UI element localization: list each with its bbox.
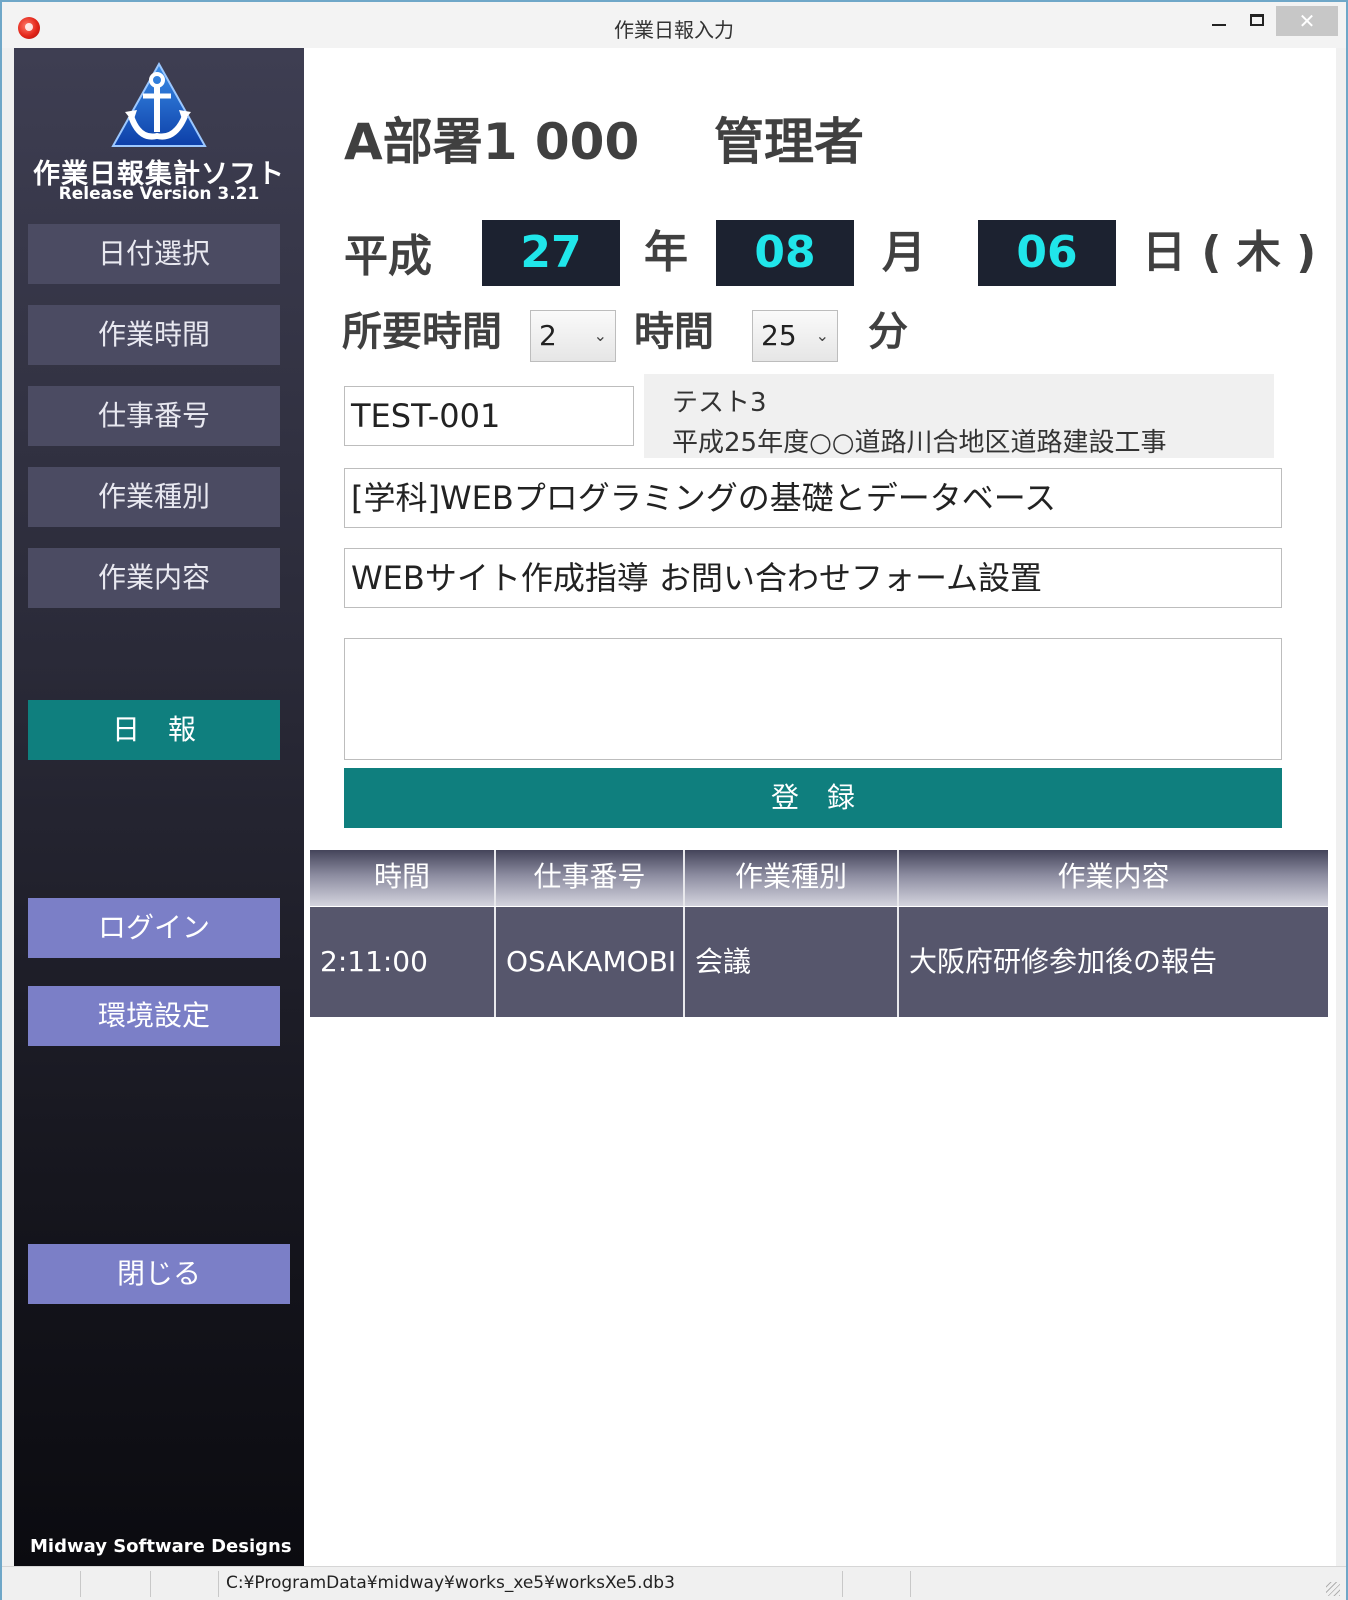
work-type-button[interactable]: 作業種別 <box>28 467 280 527</box>
register-button[interactable]: 登 録 <box>344 768 1282 828</box>
close-button[interactable]: 閉じる <box>28 1244 290 1304</box>
work-time-button[interactable]: 作業時間 <box>28 305 280 365</box>
minutes-select[interactable]: 25 ⌄ <box>752 310 838 362</box>
status-divider <box>80 1571 81 1597</box>
status-divider <box>910 1571 911 1597</box>
year-display[interactable]: 27 <box>482 220 620 286</box>
year-unit: 年 <box>644 227 688 278</box>
report-table: 時間 仕事番号 作業種別 作業内容 2:11:00 OSAKAMOBI 会議 大… <box>310 850 1328 1017</box>
column-header-work-content[interactable]: 作業内容 <box>899 850 1328 906</box>
hours-select[interactable]: 2 ⌄ <box>530 310 616 362</box>
status-divider <box>842 1571 843 1597</box>
minimize-button[interactable] <box>1202 6 1236 36</box>
cell-work-content: 大阪府研修参加後の報告 <box>909 945 1218 978</box>
main-panel: A部署1 000 管理者 平成 27 年 08 月 06 日 ( 木 ) 所要時… <box>304 48 1336 1566</box>
status-divider <box>218 1571 219 1597</box>
cell-time: 2:11:00 <box>310 907 496 1017</box>
cell-work-type: 会議 <box>685 907 899 1017</box>
sidebar: 作業日報集計ソフト Release Version 3.21 日付選択 作業時間… <box>14 48 304 1566</box>
department-label: A部署1 000 <box>344 113 640 171</box>
app-window: 作業日報入力 ✕ 作業日報集計ソフト Release Version 3.21 … <box>0 0 1348 1600</box>
month-unit: 月 <box>882 227 926 278</box>
anchor-logo-icon <box>111 61 207 147</box>
daily-report-button[interactable]: 日 報 <box>28 700 280 760</box>
table-row[interactable]: 2:11:00 OSAKAMOBI 会議 大阪府研修参加後の報告 <box>310 907 1328 1017</box>
work-content-button[interactable]: 作業内容 <box>28 548 280 608</box>
column-header-job-number[interactable]: 仕事番号 <box>496 850 685 906</box>
job-description: 平成25年度○○道路川合地区道路建設工事 <box>672 428 1167 458</box>
status-divider <box>150 1571 151 1597</box>
app-version: Release Version 3.21 <box>58 184 260 204</box>
day-unit: 日 ( 木 ) <box>1142 227 1317 278</box>
job-number-input[interactable]: TEST-001 <box>344 386 634 446</box>
duration-label: 所要時間 <box>342 309 502 355</box>
era-label: 平成 <box>344 231 432 282</box>
memo-textarea[interactable] <box>344 638 1282 760</box>
maximize-button[interactable] <box>1240 6 1274 36</box>
chevron-down-icon: ⌄ <box>593 326 607 345</box>
column-header-work-type[interactable]: 作業種別 <box>685 850 899 906</box>
database-path: C:¥ProgramData¥midway¥works_xe5¥worksXe5… <box>226 1573 675 1593</box>
company-name: Midway Software Designs <box>30 1536 292 1557</box>
close-window-button[interactable]: ✕ <box>1276 6 1338 36</box>
minutes-value: 25 <box>761 319 797 352</box>
table-header: 時間 仕事番号 作業種別 作業内容 <box>310 850 1328 906</box>
work-content-field[interactable]: WEBサイト作成指導 お問い合わせフォーム設置 <box>344 548 1282 608</box>
job-name: テスト3 <box>672 388 767 418</box>
status-bar: C:¥ProgramData¥midway¥works_xe5¥worksXe5… <box>2 1566 1346 1600</box>
chevron-down-icon: ⌄ <box>815 326 829 345</box>
hours-value: 2 <box>539 319 557 352</box>
minutes-unit: 分 <box>868 309 908 355</box>
job-info-panel: テスト3 平成25年度○○道路川合地区道路建設工事 <box>644 374 1274 458</box>
minimize-icon <box>1212 24 1226 26</box>
job-number-button[interactable]: 仕事番号 <box>28 386 280 446</box>
close-icon: ✕ <box>1298 9 1316 33</box>
day-display[interactable]: 06 <box>978 220 1116 286</box>
role-label: 管理者 <box>714 113 864 171</box>
resize-grip-icon[interactable] <box>1326 1582 1340 1596</box>
column-header-time[interactable]: 時間 <box>310 850 496 906</box>
hours-unit: 時間 <box>634 309 714 355</box>
settings-button[interactable]: 環境設定 <box>28 986 280 1046</box>
month-display[interactable]: 08 <box>716 220 854 286</box>
date-select-button[interactable]: 日付選択 <box>28 224 280 284</box>
window-title: 作業日報入力 <box>614 18 734 42</box>
work-type-field[interactable]: [学科]WEBプログラミングの基礎とデータベース <box>344 468 1282 528</box>
cell-job-number: OSAKAMOBI <box>496 907 685 1017</box>
maximize-icon <box>1250 14 1264 26</box>
login-button[interactable]: ログイン <box>28 898 280 958</box>
title-bar: 作業日報入力 ✕ <box>2 2 1346 48</box>
